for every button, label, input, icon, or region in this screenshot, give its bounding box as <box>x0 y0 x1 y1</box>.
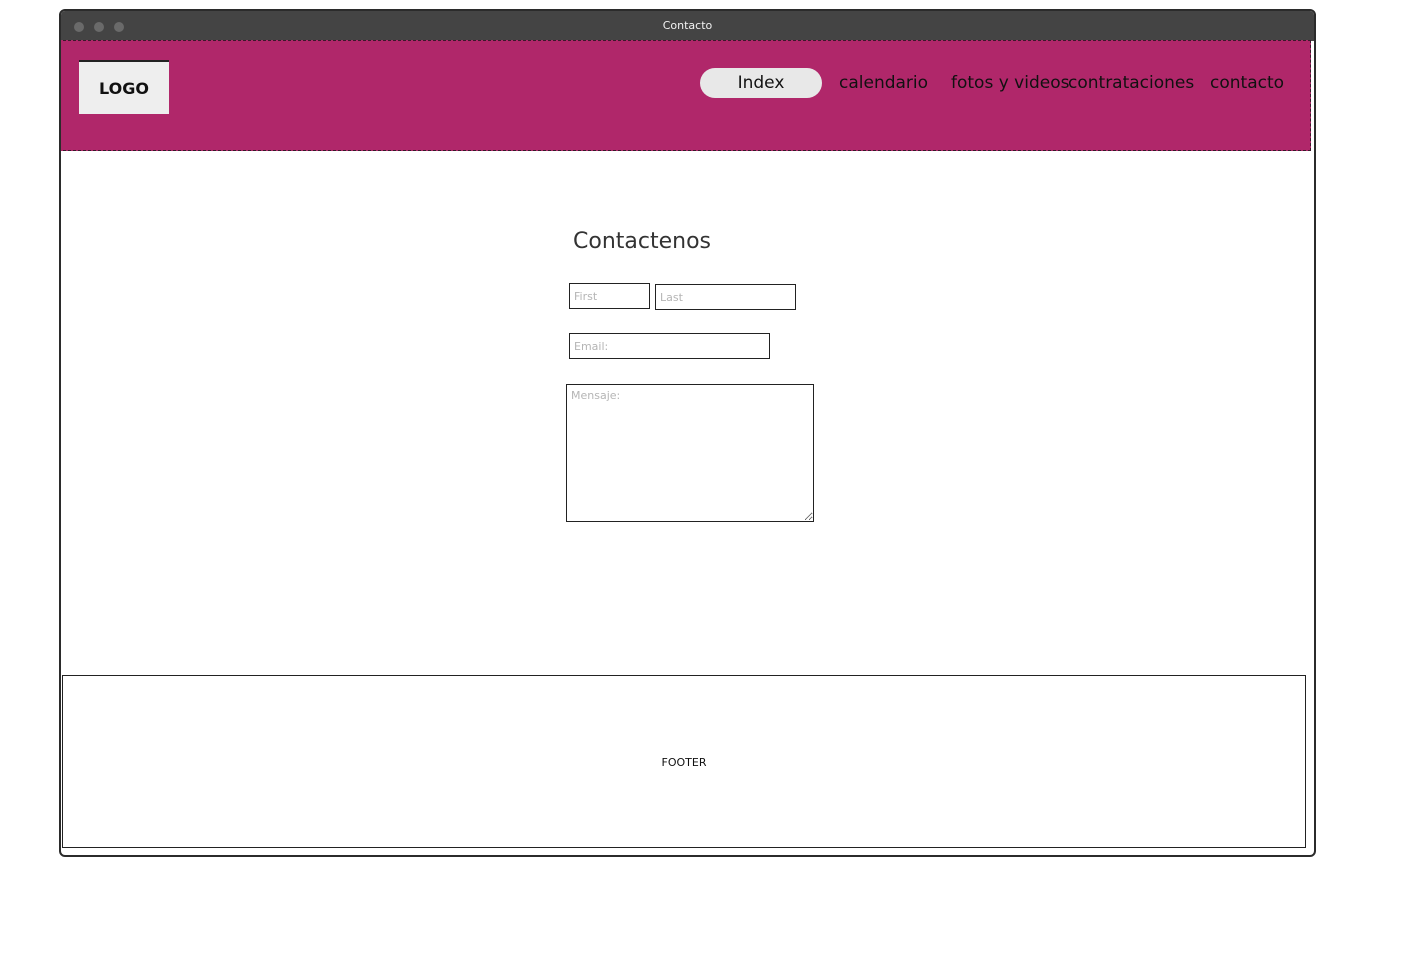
nav-item-contrataciones[interactable]: contrataciones <box>1068 68 1194 98</box>
first-name-field[interactable] <box>569 283 650 309</box>
title-bar: Contacto <box>61 11 1314 41</box>
footer-label: FOOTER <box>661 756 707 769</box>
site-header: LOGO Index calendario fotos y videos con… <box>61 40 1311 151</box>
site-footer: FOOTER <box>62 675 1306 848</box>
email-field[interactable] <box>569 333 770 359</box>
browser-window: Contacto LOGO Index calendario fotos y v… <box>59 9 1316 857</box>
site-logo[interactable]: LOGO <box>79 60 169 114</box>
window-title: Contacto <box>662 19 713 32</box>
nav-item-contacto[interactable]: contacto <box>1210 68 1284 98</box>
nav-item-fotos-y-videos[interactable]: fotos y videos <box>951 68 1069 98</box>
page-title: Contactenos <box>573 229 711 254</box>
nav-item-calendario[interactable]: calendario <box>839 68 928 98</box>
nav-item-index[interactable]: Index <box>700 68 822 98</box>
message-field[interactable] <box>566 384 814 522</box>
last-name-field[interactable] <box>655 284 796 310</box>
